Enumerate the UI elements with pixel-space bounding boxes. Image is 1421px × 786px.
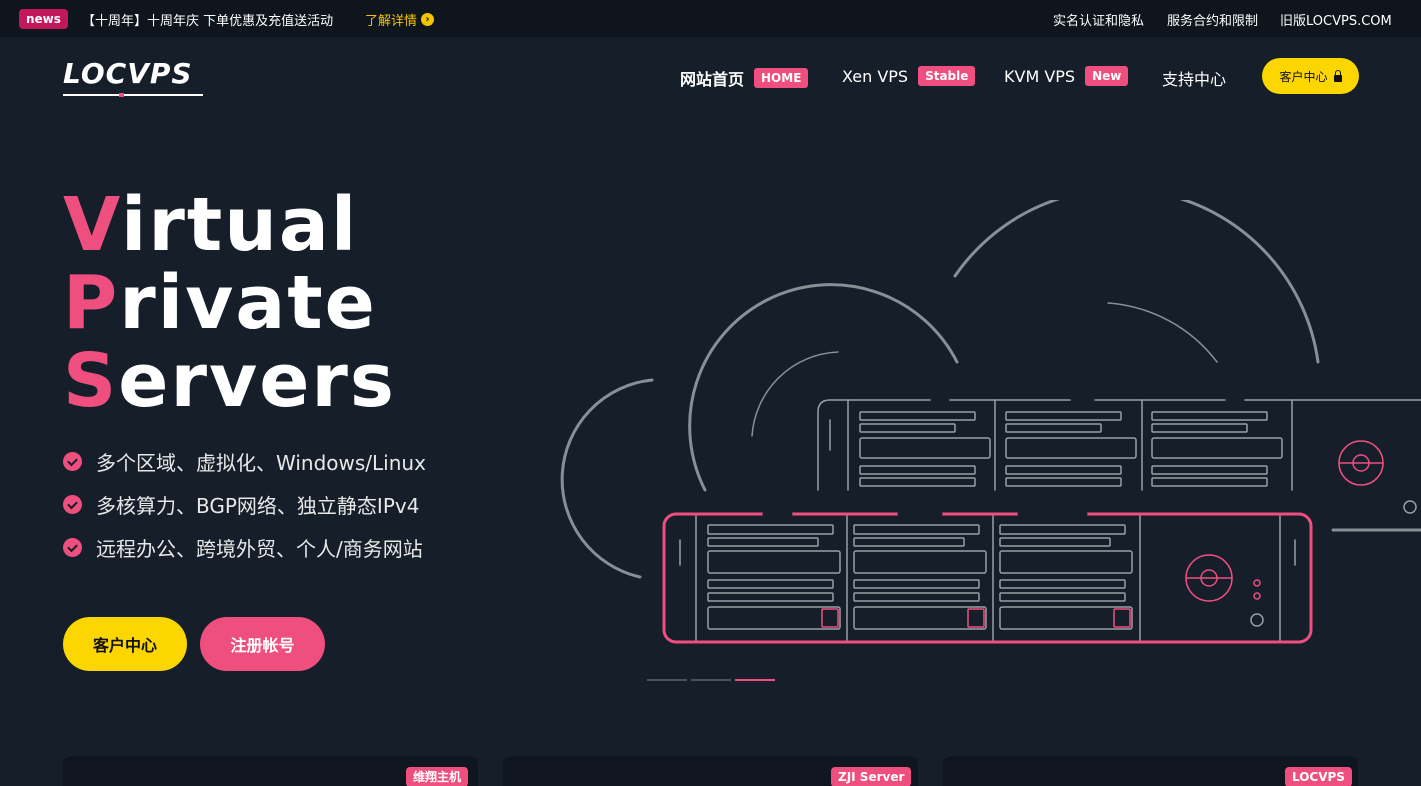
logo-text: LOCVPS <box>63 57 193 90</box>
top-link-realname-privacy[interactable]: 实名认证和隐私 <box>1053 10 1144 29</box>
logo-underline <box>63 94 203 96</box>
nav-badge-stable: Stable <box>918 66 976 86</box>
nav-item-support[interactable]: 支持中心 <box>1162 66 1226 90</box>
lock-icon <box>1333 69 1342 82</box>
site-logo[interactable]: LOCVPS <box>63 58 203 98</box>
hero-register-button[interactable]: 注册帐号 <box>200 617 325 671</box>
nav-item-label: 支持中心 <box>1162 70 1227 89</box>
product-card-badge: 维翔主机 <box>406 767 469 786</box>
nav-item-kvm-vps[interactable]: KVM VPS New <box>1004 66 1129 86</box>
arrow-right-circle-icon: › <box>421 13 435 26</box>
check-circle-icon <box>63 538 82 557</box>
carousel-dot-3-active[interactable] <box>735 679 775 681</box>
logo-dot <box>119 93 124 97</box>
front-server-rack <box>662 511 1313 644</box>
nav-item-xen-vps[interactable]: Xen VPS Stable <box>842 66 976 86</box>
news-badge: news <box>19 9 68 29</box>
top-link-old-site[interactable]: 旧版LOCVPS.COM <box>1280 10 1392 29</box>
hero-accent-letter: V <box>63 182 121 268</box>
top-announcement-bar: news 【十周年】十周年庆 下单优惠及充值送活动 了解详情 › 实名认证和隐私… <box>0 0 1421 37</box>
cloud-inner-arcs <box>751 302 1218 437</box>
hero-line-servers: Servers <box>63 342 396 420</box>
client-center-button[interactable]: 客户中心 <box>1262 58 1359 94</box>
hero-client-center-button[interactable]: 客户中心 <box>63 617 187 671</box>
hero-accent-letter: P <box>63 260 120 346</box>
news-text[interactable]: 【十周年】十周年庆 下单优惠及充值送活动 <box>82 10 333 29</box>
nav-badge-home: HOME <box>754 68 809 88</box>
hero-line-rest: rivate <box>119 260 377 346</box>
back-server-rack <box>817 399 1421 514</box>
cloud-server-illustration <box>560 200 1421 644</box>
check-circle-icon <box>63 452 82 471</box>
top-link-service-terms[interactable]: 服务合约和限制 <box>1167 10 1258 29</box>
hero-line-virtual: Virtual <box>63 186 358 264</box>
carousel-dot-2[interactable] <box>691 679 731 681</box>
feature-item: 多核算力、BGP网络、独立静态IPv4 <box>63 490 419 519</box>
check-circle-icon <box>63 495 82 514</box>
hero-accent-letter: S <box>63 338 119 424</box>
news-details-label: 了解详情 <box>365 14 418 29</box>
product-card-badge: ZJI Server <box>831 767 912 786</box>
nav-badge-new: New <box>1085 66 1129 86</box>
nav-item-label: 网站首页 <box>680 70 745 89</box>
nav-item-home[interactable]: 网站首页 HOME <box>680 66 809 90</box>
carousel-dot-1[interactable] <box>647 679 687 681</box>
news-details-link[interactable]: 了解详情 › <box>365 10 435 29</box>
feature-text: 多个区域、虚拟化、Windows/Linux <box>96 451 426 475</box>
hero-line-private: Private <box>63 264 377 342</box>
nav-item-label: Xen VPS <box>842 66 909 86</box>
product-card-badge: LOCVPS <box>1285 767 1352 786</box>
nav-item-label: KVM VPS <box>1004 66 1076 86</box>
hero-line-rest: ervers <box>118 338 396 424</box>
feature-item: 远程办公、跨境外贸、个人/商务网站 <box>63 533 423 562</box>
feature-text: 远程办公、跨境外贸、个人/商务网站 <box>96 537 423 561</box>
client-center-label: 客户中心 <box>1279 69 1328 84</box>
feature-text: 多核算力、BGP网络、独立静态IPv4 <box>96 494 420 518</box>
feature-item: 多个区域、虚拟化、Windows/Linux <box>63 447 426 476</box>
hero-line-rest: irtual <box>120 182 359 268</box>
